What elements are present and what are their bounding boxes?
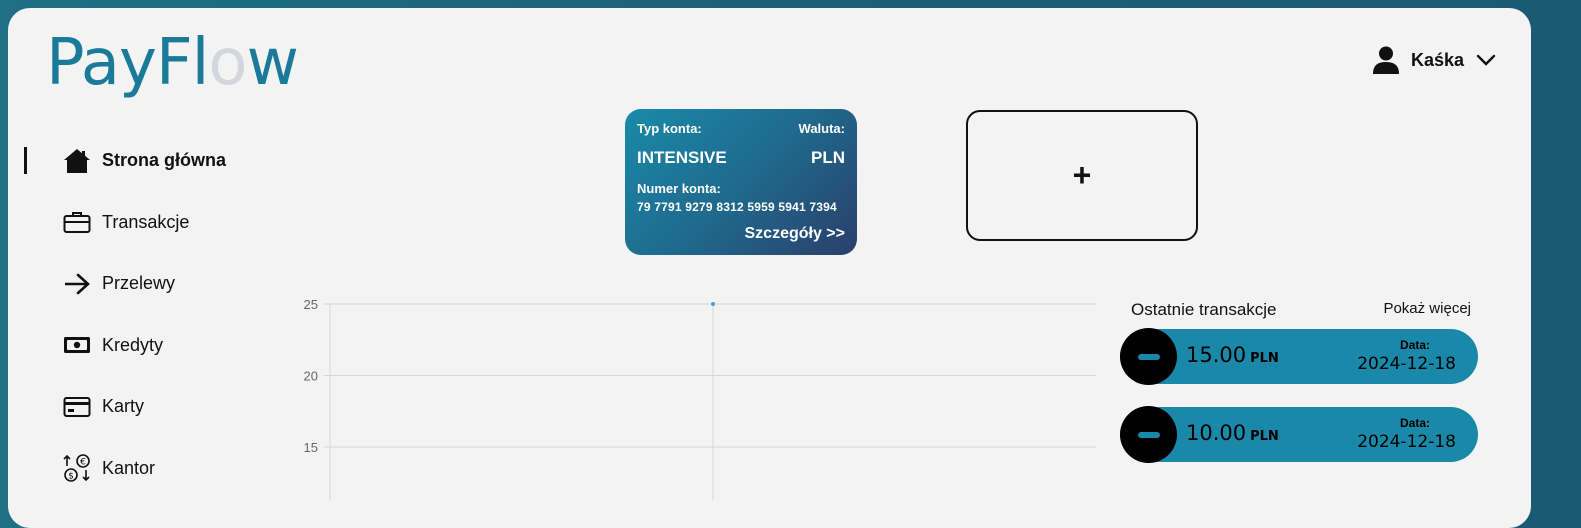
svg-text:$: $ xyxy=(68,472,74,482)
minus-icon xyxy=(1120,328,1177,385)
recent-transactions-title: Ostatnie transakcje xyxy=(1131,300,1277,319)
sidebar-item-label: Kredyty xyxy=(102,334,164,355)
sidebar-item-label: Strona główna xyxy=(102,150,227,171)
account-number: 79 7791 9279 8312 5959 5941 7394 xyxy=(637,200,837,214)
chevron-down-icon[interactable] xyxy=(1476,54,1496,66)
transaction-amount-value: 15.00 xyxy=(1186,343,1247,367)
transaction-date-label: Data: xyxy=(1399,338,1430,352)
account-currency-label: Waluta: xyxy=(798,121,845,136)
cash-icon xyxy=(62,330,92,360)
account-type-label: Typ konta: xyxy=(637,121,702,136)
data-point xyxy=(711,302,715,306)
transaction-date: 2024-12-18 xyxy=(1357,354,1456,374)
y-tick-label: 25 xyxy=(304,297,318,312)
card-icon xyxy=(62,392,92,422)
sidebar-item-label: Karty xyxy=(102,396,145,417)
account-card[interactable]: Typ konta: Waluta: INTENSIVE PLN Numer k… xyxy=(625,109,857,255)
transaction-date: 2024-12-18 xyxy=(1357,432,1456,452)
exchange-icon: € $ xyxy=(62,453,92,483)
sidebar-item-credits[interactable]: Kredyty xyxy=(24,315,264,377)
logo-text-suffix: w xyxy=(246,26,299,100)
logo-text-prefix: PayFl xyxy=(46,26,209,100)
sidebar-item-label: Przelewy xyxy=(102,273,176,294)
minus-icon xyxy=(1120,406,1177,463)
sidebar-nav: Strona główna Transakcje Przelewy Kredyt… xyxy=(24,130,264,499)
home-icon xyxy=(62,146,92,176)
briefcase-icon xyxy=(62,207,92,237)
transaction-item[interactable]: 15.00 PLN Data: 2024-12-18 xyxy=(1120,328,1478,385)
transaction-currency: PLN xyxy=(1250,429,1279,444)
sidebar-item-cards[interactable]: Karty xyxy=(24,376,264,438)
sidebar-item-label: Kantor xyxy=(102,457,156,478)
svg-text:€: € xyxy=(80,458,86,468)
transaction-amount: 10.00 PLN xyxy=(1186,421,1279,445)
transaction-amount: 15.00 PLN xyxy=(1186,343,1279,367)
transaction-date-label: Data: xyxy=(1399,416,1430,430)
arrow-right-icon xyxy=(62,269,92,299)
sidebar-item-home[interactable]: Strona główna xyxy=(24,130,264,192)
user-name: Kaśka xyxy=(1411,49,1465,70)
account-number-label: Numer konta: xyxy=(637,181,721,196)
transaction-item[interactable]: 10.00 PLN Data: 2024-12-18 xyxy=(1120,406,1478,463)
transaction-currency: PLN xyxy=(1250,351,1279,366)
y-tick-label: 15 xyxy=(304,440,318,455)
account-currency-value: PLN xyxy=(811,148,845,167)
show-more-link[interactable]: Pokaż więcej xyxy=(1383,300,1471,317)
y-tick-label: 20 xyxy=(304,369,318,384)
sidebar-item-label: Transakcje xyxy=(102,211,190,232)
user-icon xyxy=(1373,46,1399,74)
payflow-logo[interactable]: PayFlow xyxy=(46,26,299,100)
balance-chart: 25 20 15 xyxy=(304,297,1096,500)
user-menu[interactable]: Kaśka xyxy=(1373,44,1496,76)
sidebar-item-transfers[interactable]: Przelewy xyxy=(24,253,264,315)
account-details-link[interactable]: Szczegóły >> xyxy=(745,225,846,243)
sidebar-item-exchange[interactable]: € $ Kantor xyxy=(24,438,264,500)
transaction-amount-value: 10.00 xyxy=(1186,421,1247,445)
sidebar-item-transactions[interactable]: Transakcje xyxy=(24,192,264,254)
add-account-button[interactable]: + xyxy=(966,110,1198,241)
logo-text-o: o xyxy=(208,26,247,100)
account-type-value: INTENSIVE xyxy=(637,148,727,167)
